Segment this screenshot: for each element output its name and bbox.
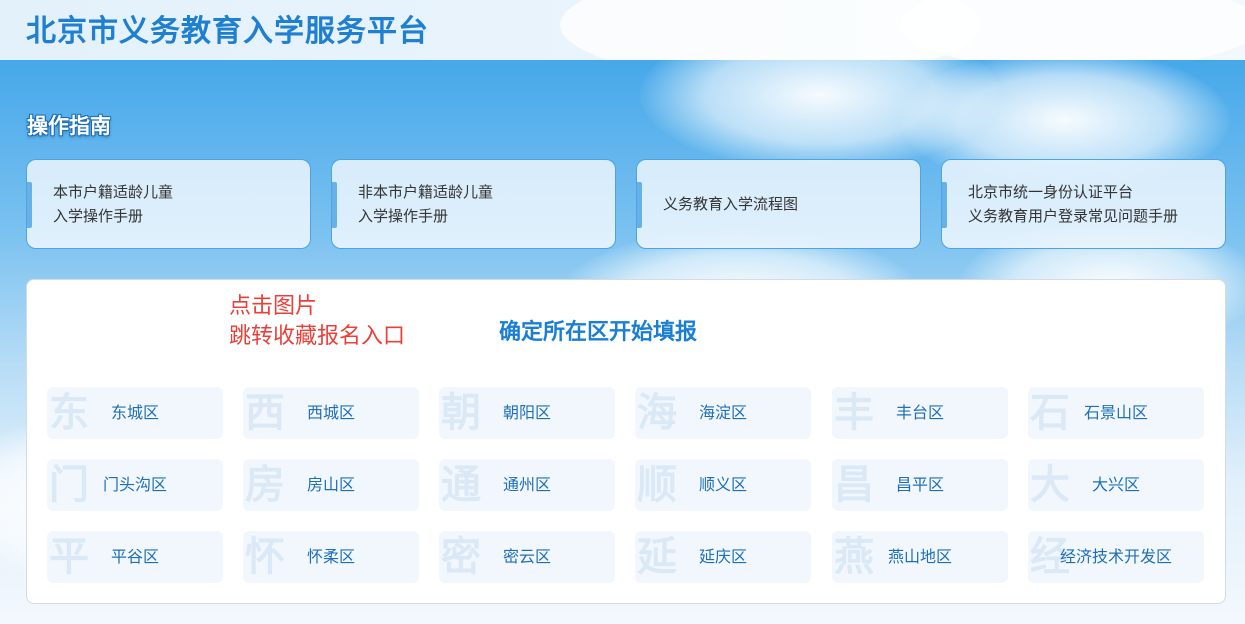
district-label: 朝阳区 (502, 403, 551, 422)
district-button-tongzhou[interactable]: 通 通州区 (439, 459, 615, 511)
district-button-chaoyang[interactable]: 朝 朝阳区 (439, 387, 615, 439)
guide-card-line2: 义务教育用户登录常见问题手册 (968, 207, 1179, 225)
district-button-xicheng[interactable]: 西 西城区 (243, 387, 419, 439)
district-label: 大兴区 (1091, 475, 1140, 494)
annotation-text: 点击图片 跳转收藏报名入口 (229, 292, 405, 352)
guide-card-line1: 本市户籍适龄儿童 (53, 183, 174, 201)
district-selection-panel: 点击图片 跳转收藏报名入口 确定所在区开始填报 东 东城区 西 西城区 朝 朝阳… (26, 279, 1226, 604)
site-header: 北京市义务教育入学服务平台 (0, 0, 1245, 60)
district-button-yanqing[interactable]: 延 延庆区 (635, 531, 811, 583)
district-button-yanshan[interactable]: 燕 燕山地区 (832, 531, 1008, 583)
guide-card-line1: 北京市统一身份认证平台 (968, 183, 1134, 201)
district-button-shijingshan[interactable]: 石 石景山区 (1028, 387, 1204, 439)
card-accent-bar (332, 182, 337, 228)
annotation-line1: 点击图片 (229, 294, 318, 319)
district-label: 昌平区 (895, 475, 944, 494)
district-label: 经济技术开发区 (1059, 547, 1172, 566)
card-accent-bar (637, 182, 642, 228)
district-button-fangshan[interactable]: 房 房山区 (243, 459, 419, 511)
district-label: 房山区 (306, 475, 355, 494)
district-label: 东城区 (110, 403, 159, 422)
guide-card-line2: 入学操作手册 (53, 207, 144, 225)
card-accent-bar (942, 182, 947, 228)
guide-card-line2: 入学操作手册 (358, 207, 449, 225)
district-button-changping[interactable]: 昌 昌平区 (832, 459, 1008, 511)
district-button-shunyi[interactable]: 顺 顺义区 (635, 459, 811, 511)
annotation-line2: 跳转收藏报名入口 (229, 324, 406, 349)
district-label: 丰台区 (895, 403, 944, 422)
district-button-dongcheng[interactable]: 东 东城区 (47, 387, 223, 439)
district-label: 燕山地区 (887, 547, 952, 566)
district-button-economic-dev-zone[interactable]: 经 经济技术开发区 (1028, 531, 1204, 583)
guide-card-local-children[interactable]: 本市户籍适龄儿童 入学操作手册 (26, 159, 311, 249)
district-label: 怀柔区 (306, 547, 355, 566)
district-label: 密云区 (502, 547, 551, 566)
guide-section-title: 操作指南 (27, 113, 111, 138)
district-label: 门头沟区 (102, 475, 167, 494)
guide-card-line1: 非本市户籍适龄儿童 (358, 183, 494, 201)
district-button-daxing[interactable]: 大 大兴区 (1028, 459, 1204, 511)
card-accent-bar (27, 182, 32, 228)
district-label: 石景山区 (1083, 403, 1148, 422)
guide-card-nonlocal-children[interactable]: 非本市户籍适龄儿童 入学操作手册 (331, 159, 616, 249)
guide-card-line1: 义务教育入学流程图 (663, 195, 799, 213)
district-button-huairou[interactable]: 怀 怀柔区 (243, 531, 419, 583)
district-label: 延庆区 (698, 547, 747, 566)
district-button-fengtai[interactable]: 丰 丰台区 (832, 387, 1008, 439)
guide-card-flowchart[interactable]: 义务教育入学流程图 (636, 159, 921, 249)
site-title: 北京市义务教育入学服务平台 (26, 14, 429, 49)
panel-heading: 确定所在区开始填报 (499, 319, 698, 345)
district-label: 西城区 (306, 403, 355, 422)
district-label: 通州区 (502, 475, 551, 494)
district-button-mentougou[interactable]: 门 门头沟区 (47, 459, 223, 511)
district-label: 平谷区 (110, 547, 159, 566)
guide-card-login-faq[interactable]: 北京市统一身份认证平台 义务教育用户登录常见问题手册 (941, 159, 1226, 249)
district-label: 海淀区 (698, 403, 747, 422)
district-button-miyun[interactable]: 密 密云区 (439, 531, 615, 583)
district-button-haidian[interactable]: 海 海淀区 (635, 387, 811, 439)
district-button-pinggu[interactable]: 平 平谷区 (47, 531, 223, 583)
district-label: 顺义区 (698, 475, 747, 494)
